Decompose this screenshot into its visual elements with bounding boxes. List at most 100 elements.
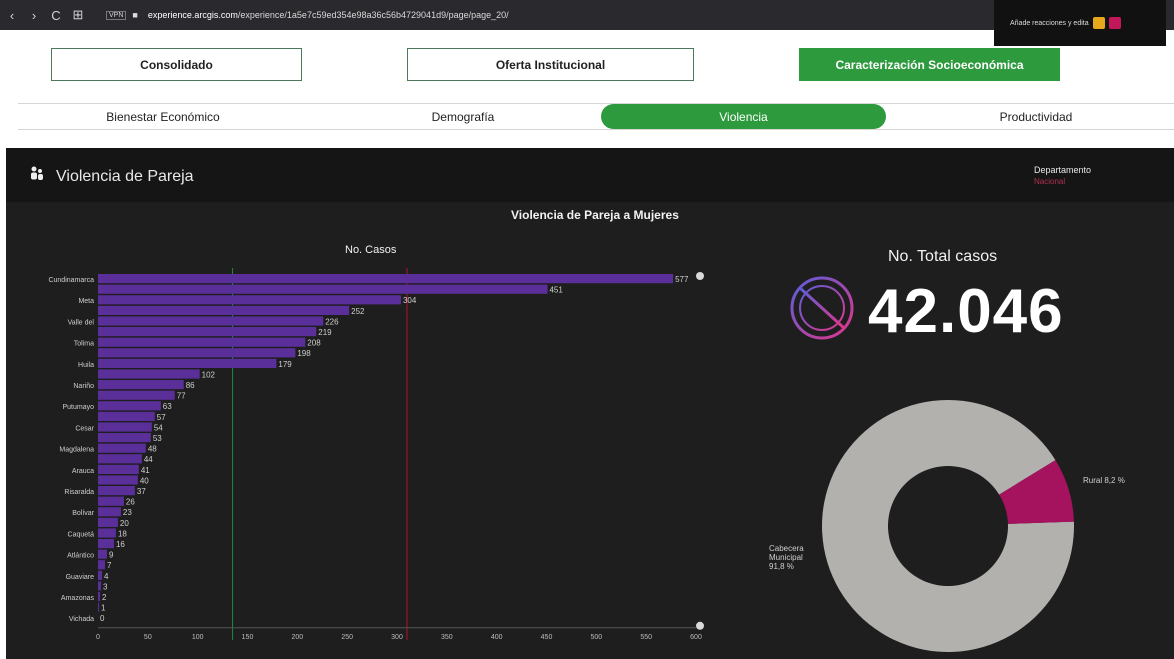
dashboard-header: Violencia de Pareja Departamento Naciona… [6,148,1174,202]
tab-violencia[interactable]: Violencia [601,104,886,129]
donut-label-cabecera-pct: 91,8 % [769,562,794,571]
bar[interactable] [98,549,107,559]
reload-button[interactable]: C [48,8,64,23]
bar[interactable] [98,496,124,506]
tab-bienestar-economico[interactable]: Bienestar Económico [18,104,308,129]
bar[interactable] [98,507,121,517]
lock-icon: ■ [132,10,138,20]
dashboard-title: Violencia de Pareja [56,168,194,185]
bar-value-label: 3 [103,582,108,591]
bar-value-label: 4 [104,572,109,581]
bar[interactable] [98,401,161,411]
scroll-handle-bottom[interactable] [696,621,704,630]
category-label: Vichada [69,616,94,623]
devil-icon[interactable] [1108,17,1121,29]
category-label: Arauca [72,468,94,475]
bar[interactable] [98,517,118,527]
bar[interactable] [98,358,277,368]
donut-slice-cabecera[interactable] [822,400,1074,652]
category-label: Bolívar [72,510,94,517]
bar[interactable] [98,486,135,496]
bar[interactable] [98,581,101,591]
category-label: Atlántico [67,553,94,560]
bar[interactable] [98,337,306,347]
bar[interactable] [98,380,184,390]
category-label: Caquetá [68,531,95,538]
scroll-handle-top[interactable] [696,272,704,280]
total-cases-label: No. Total casos [888,248,998,265]
x-tick-label: 300 [391,634,403,641]
bar-value-label: 1 [101,604,106,613]
category-label: Meta [78,298,94,305]
bar[interactable] [98,305,350,315]
x-tick-label: 350 [441,634,453,641]
forward-button[interactable]: › [26,8,42,23]
x-tick-label: 550 [640,634,652,641]
bar[interactable] [98,274,674,284]
x-tick-label: 50 [144,634,152,641]
bar[interactable] [98,284,548,294]
bar-value-label: 208 [307,339,321,348]
bar-value-label: 304 [403,296,417,305]
bar[interactable] [98,539,114,549]
category-label: Huila [78,362,94,369]
bar-value-label: 7 [107,561,112,570]
bar[interactable] [98,464,139,474]
bar[interactable] [98,443,146,453]
x-tick-label: 600 [690,634,702,641]
bar-value-label: 577 [675,275,689,284]
bar[interactable] [98,348,296,358]
bar-value-label: 40 [140,476,149,485]
nav-button-consolidado[interactable]: Consolidado [51,48,302,81]
dashboard-panel: Violencia de Pareja Departamento Naciona… [6,148,1174,659]
bar[interactable] [98,295,401,305]
nav-button-oferta-institucional[interactable]: Oferta Institucional [407,48,694,81]
sub-tab-bar: Bienestar Económico Demografía Violencia… [18,103,1174,130]
tab-demografia[interactable]: Demografía [318,104,608,129]
bar-value-label: 63 [163,402,172,411]
bar[interactable] [98,475,138,485]
apps-icon[interactable]: ⊞ [70,7,86,23]
bar-value-label: 198 [297,349,311,358]
bar-value-label: 37 [137,487,146,496]
bar-value-label: 9 [109,551,114,560]
category-label: Guaviare [66,574,95,581]
bar[interactable] [98,602,99,612]
bar[interactable] [98,316,324,326]
category-label: Magdalena [59,447,94,454]
vpn-badge[interactable]: VPN [106,10,127,20]
bar[interactable] [98,411,155,421]
bar[interactable] [98,422,152,432]
url-host: experience.arcgis.com [147,10,238,20]
back-button[interactable]: ‹ [4,8,20,23]
bar[interactable] [98,390,175,400]
category-label: Valle del [68,319,95,326]
extension-popup: Añade reacciones y edita [994,0,1166,46]
bar-value-label: 16 [116,540,125,549]
bar[interactable] [98,592,100,602]
bar[interactable] [98,433,151,443]
bar-value-label: 48 [148,445,157,454]
bar-value-label: 219 [318,328,332,337]
donut-label-cabecera: Cabecera Municipal 91,8 % [769,544,839,571]
bar-value-label: 86 [186,381,195,390]
chart-title: Violencia de Pareja a Mujeres [511,208,679,222]
bar[interactable] [98,454,142,464]
category-label: Cundinamarca [48,277,94,284]
donut-chart [822,400,1074,652]
donut-label-rural-name: Rural [1083,476,1103,485]
bar-value-label: 41 [141,466,150,475]
nav-button-caracterizacion-socioeconomica[interactable]: Caracterización Socioeconómica [799,48,1060,81]
bar-value-label: 179 [278,360,292,369]
bar[interactable] [98,560,105,570]
bar[interactable] [98,327,317,337]
bar-value-label: 77 [177,392,186,401]
emoji-icon[interactable] [1092,17,1105,29]
bar[interactable] [98,528,116,538]
donut-label-rural: Rural 8,2 % [1083,476,1125,485]
department-filter-value[interactable]: Nacional [1034,177,1065,186]
bar[interactable] [98,369,200,379]
bar[interactable] [98,570,102,580]
address-bar[interactable]: experience.arcgis.com/experience/1a5e7c5… [148,10,509,20]
tab-productividad[interactable]: Productividad [898,104,1174,129]
